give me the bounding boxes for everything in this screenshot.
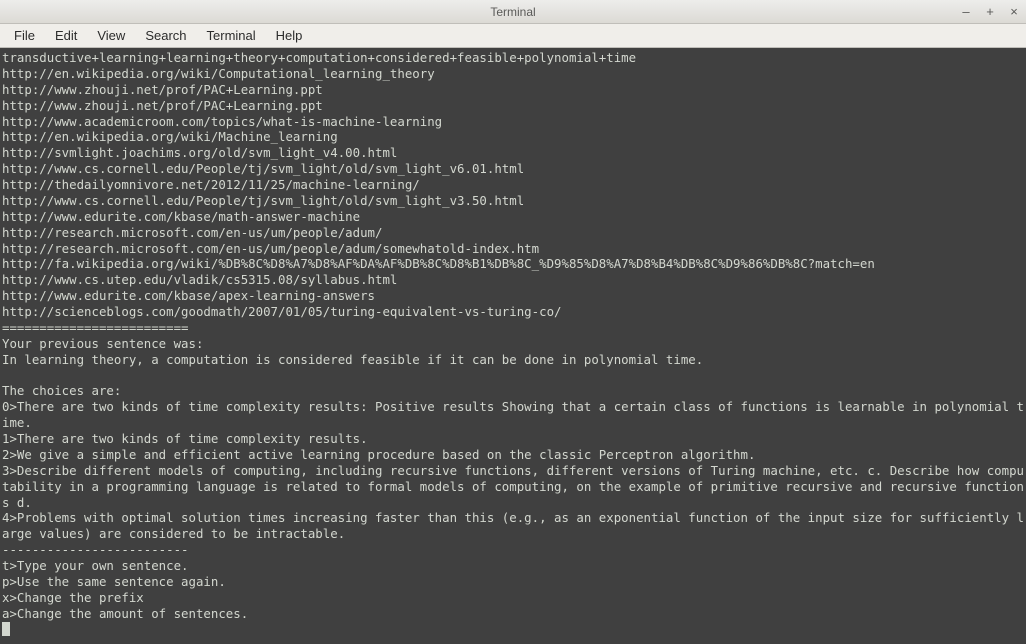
output-line: transductive+learning+learning+theory+co… [2,50,636,65]
window-title: Terminal [490,5,535,19]
choices-label: The choices are: [2,383,121,398]
output-line: http://www.academicroom.com/topics/what-… [2,114,442,129]
output-line: http://en.wikipedia.org/wiki/Computation… [2,66,435,81]
output-line: http://www.cs.cornell.edu/People/tj/svm_… [2,193,524,208]
maximize-button[interactable]: + [982,4,998,19]
menubar: File Edit View Search Terminal Help [0,24,1026,48]
menu-view[interactable]: View [87,26,135,45]
output-line: http://www.cs.cornell.edu/People/tj/svm_… [2,161,524,176]
menu-file[interactable]: File [4,26,45,45]
output-line: http://research.microsoft.com/en-us/um/p… [2,225,382,240]
terminal-output[interactable]: transductive+learning+learning+theory+co… [0,48,1026,644]
option-item: a>Change the amount of sentences. [2,606,248,621]
prev-sentence: In learning theory, a computation is con… [2,352,703,367]
choice-item: 0>There are two kinds of time complexity… [2,399,1024,430]
output-line: http://scienceblogs.com/goodmath/2007/01… [2,304,562,319]
prev-sentence-label: Your previous sentence was: [2,336,203,351]
output-line: http://en.wikipedia.org/wiki/Machine_lea… [2,129,338,144]
minimize-button[interactable]: – [958,4,974,19]
menu-terminal[interactable]: Terminal [197,26,266,45]
menu-edit[interactable]: Edit [45,26,87,45]
choice-item: 1>There are two kinds of time complexity… [2,431,368,446]
menu-search[interactable]: Search [135,26,196,45]
option-item: p>Use the same sentence again. [2,574,226,589]
output-line: http://www.edurite.com/kbase/apex-learni… [2,288,375,303]
choice-item: 2>We give a simple and efficient active … [2,447,755,462]
divider: ========================= [2,320,189,335]
cursor [2,622,10,636]
option-item: t>Type your own sentence. [2,558,189,573]
output-line: http://thedailyomnivore.net/2012/11/25/m… [2,177,420,192]
window-controls: – + × [958,4,1022,19]
output-line: http://fa.wikipedia.org/wiki/%DB%8C%D8%A… [2,256,875,271]
menu-help[interactable]: Help [266,26,313,45]
choice-item: 4>Problems with optimal solution times i… [2,510,1024,541]
close-button[interactable]: × [1006,4,1022,19]
output-line: http://www.cs.utep.edu/vladik/cs5315.08/… [2,272,397,287]
divider: ------------------------- [2,542,189,557]
option-item: x>Change the prefix [2,590,144,605]
output-line: http://www.edurite.com/kbase/math-answer… [2,209,360,224]
choice-item: 3>Describe different models of computing… [2,463,1024,510]
output-line: http://svmlight.joachims.org/old/svm_lig… [2,145,397,160]
output-line: http://research.microsoft.com/en-us/um/p… [2,241,539,256]
titlebar: Terminal – + × [0,0,1026,24]
output-line: http://www.zhouji.net/prof/PAC+Learning.… [2,98,323,113]
output-line: http://www.zhouji.net/prof/PAC+Learning.… [2,82,323,97]
